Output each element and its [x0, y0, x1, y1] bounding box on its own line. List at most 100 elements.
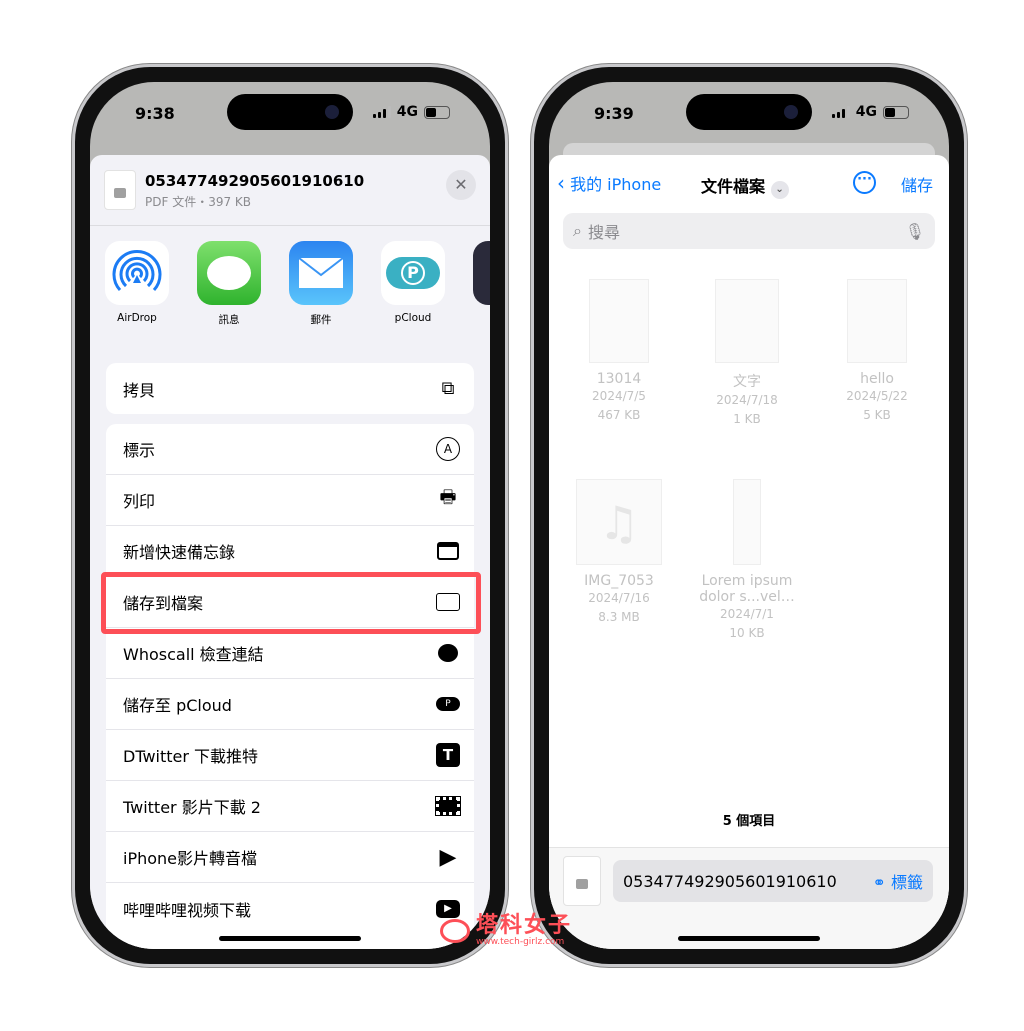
- file-size: 8.3 MB: [598, 610, 640, 624]
- back-button[interactable]: ‹ 我的 iPhone: [557, 171, 661, 195]
- action-label: 列印: [123, 492, 156, 511]
- action-video-to-audio[interactable]: iPhone影片轉音檔 ▶: [106, 832, 474, 883]
- action-label: 拷貝: [123, 380, 156, 400]
- file-item: Lorem ipsum dolor s...vel… 2024/7/1 10 KB: [687, 479, 807, 643]
- file-name: 文字: [733, 374, 761, 390]
- action-label: 哔哩哔哩视频下载: [123, 900, 252, 920]
- watermark-name: 塔科女子: [476, 913, 573, 938]
- file-item: ♫ IMG_7053 2024/7/16 8.3 MB: [559, 479, 679, 627]
- watermark-url: www.tech-girlz.com: [476, 937, 565, 947]
- files-picker-screen: 9:39 4G ‹ 我的 iPhone 文件檔案 ⌄ ··· 儲存 ⌕ 搜尋 🎙 1…: [549, 82, 949, 949]
- copy-icon: ⧉: [441, 378, 455, 399]
- file-thumbnail-lock-icon: [563, 856, 601, 906]
- right-phone: 9:39 4G ‹ 我的 iPhone 文件檔案 ⌄ ··· 儲存 ⌕ 搜尋 🎙 1…: [531, 64, 967, 967]
- action-markup[interactable]: 標示 A: [106, 424, 474, 475]
- action-quick-note[interactable]: 新增快速備忘錄: [106, 526, 474, 577]
- search-field[interactable]: ⌕ 搜尋 🎙: [563, 213, 935, 249]
- search-placeholder: 搜尋: [587, 223, 620, 242]
- microphone-icon: 🎙: [904, 221, 925, 241]
- action-whoscall[interactable]: Whoscall 檢查連結: [106, 628, 474, 679]
- whoscall-icon: [436, 641, 460, 665]
- tags-button[interactable]: ⚭ 標籤: [872, 869, 923, 893]
- action-print[interactable]: 列印 🖶: [106, 475, 474, 526]
- action-label: Whoscall 檢查連結: [123, 645, 264, 664]
- search-icon: ⌕: [573, 221, 582, 240]
- film-icon: [435, 794, 461, 818]
- music-note-icon: ♫: [576, 479, 662, 565]
- pcloud-icon: P: [436, 692, 460, 716]
- quick-note-icon: [436, 539, 460, 563]
- tag-icon: ⚭: [872, 873, 886, 892]
- action-bilibili[interactable]: 哔哩哔哩视频下载 ▶: [106, 883, 474, 934]
- signal-icon: [831, 106, 850, 118]
- action-label: iPhone影片轉音檔: [123, 849, 258, 868]
- dynamic-island: [686, 94, 812, 130]
- close-button[interactable]: ✕: [446, 170, 476, 200]
- planet-icon: [440, 919, 470, 943]
- actions-list: 標示 A 列印 🖶 新增快速備忘錄 儲存到檔案 Whoscall 檢查連結 儲存至 …: [106, 424, 474, 949]
- action-label: DTwitter 下載推特: [123, 747, 259, 766]
- action-copy[interactable]: 拷貝 ⧉: [106, 363, 474, 414]
- file-date: 2024/7/16: [588, 591, 650, 605]
- file-thumbnail: [589, 279, 649, 363]
- mail-icon[interactable]: [289, 241, 353, 305]
- app-label-airdrop: AirDrop: [117, 312, 157, 324]
- file-item: hello 2024/5/22 5 KB: [817, 279, 937, 425]
- status-time: 9:38: [135, 104, 175, 123]
- item-count: 5 個項目: [722, 814, 776, 829]
- chevron-left-icon: ‹: [557, 171, 565, 195]
- file-thumbnail: [715, 279, 779, 363]
- file-thumbnail-lock-icon: [104, 170, 136, 210]
- file-name: Lorem ipsum dolor s...vel…: [699, 573, 795, 605]
- chevron-down-icon: ⌄: [770, 181, 789, 199]
- file-date: 2024/7/1: [720, 607, 774, 621]
- pcloud-icon[interactable]: P: [381, 241, 445, 305]
- file-thumbnail: [847, 279, 907, 363]
- messages-icon[interactable]: [197, 241, 261, 305]
- file-size: 10 KB: [729, 626, 765, 640]
- status-time: 9:39: [594, 104, 634, 123]
- dynamic-island: [227, 94, 353, 130]
- file-size: 467 KB: [597, 408, 641, 422]
- home-indicator: [219, 936, 361, 941]
- file-name: 053477492905601910610: [145, 172, 365, 190]
- action-twitter-video[interactable]: Twitter 影片下載 2: [106, 781, 474, 832]
- back-label: 我的 iPhone: [570, 175, 662, 194]
- battery-icon: [883, 105, 909, 119]
- home-indicator: [678, 936, 820, 941]
- app-label-messages: 訊息: [218, 314, 240, 326]
- watermark-logo: 塔科女子 www.tech-girlz.com: [440, 915, 572, 947]
- file-item: 文字 2024/7/18 1 KB: [687, 279, 807, 429]
- save-button[interactable]: 儲存: [901, 172, 933, 196]
- copy-group: 拷貝 ⧉: [106, 363, 474, 414]
- printer-icon: 🖶: [439, 487, 457, 508]
- share-sheet: 053477492905601910610 PDF 文件・397 KB ✕ Ai…: [90, 155, 490, 949]
- more-app-icon[interactable]: [473, 241, 490, 305]
- action-label: 標示: [123, 441, 156, 460]
- left-phone: 9:38 4G 053477492905601910610 PDF 文件・397…: [72, 64, 508, 967]
- action-save-pcloud[interactable]: 儲存至 pCloud P: [106, 679, 474, 730]
- t-icon: T: [436, 743, 460, 767]
- highlight-box: [101, 572, 481, 634]
- app-label-pcloud: pCloud: [394, 312, 432, 324]
- share-sheet-screen: 9:38 4G 053477492905601910610 PDF 文件・397…: [90, 82, 490, 949]
- save-bar: 053477492905601910610 ⚭ 標籤: [549, 847, 949, 949]
- signal-icon: [372, 106, 391, 118]
- network-label: 4G: [855, 104, 877, 120]
- action-dtwitter[interactable]: DTwitter 下載推特 T: [106, 730, 474, 781]
- filename-value: 053477492905601910610: [623, 871, 837, 891]
- markup-icon: A: [436, 437, 460, 461]
- title-label: 文件檔案: [701, 177, 766, 196]
- play-icon: ▶: [439, 844, 457, 870]
- filename-field[interactable]: 053477492905601910610 ⚭ 標籤: [613, 860, 933, 902]
- airdrop-icon[interactable]: [105, 241, 169, 305]
- action-label: 新增快速備忘錄: [123, 543, 236, 562]
- file-thumbnail: [733, 479, 761, 565]
- action-label: 儲存至 pCloud: [123, 696, 232, 715]
- file-date: 2024/5/22: [846, 389, 908, 403]
- file-size: 1 KB: [733, 412, 761, 426]
- more-options-icon[interactable]: ···: [853, 171, 876, 194]
- file-meta: PDF 文件・397 KB: [145, 195, 252, 209]
- folder-title[interactable]: 文件檔案 ⌄: [701, 173, 789, 199]
- files-sheet: ‹ 我的 iPhone 文件檔案 ⌄ ··· 儲存 ⌕ 搜尋 🎙 13014 2024…: [549, 155, 949, 949]
